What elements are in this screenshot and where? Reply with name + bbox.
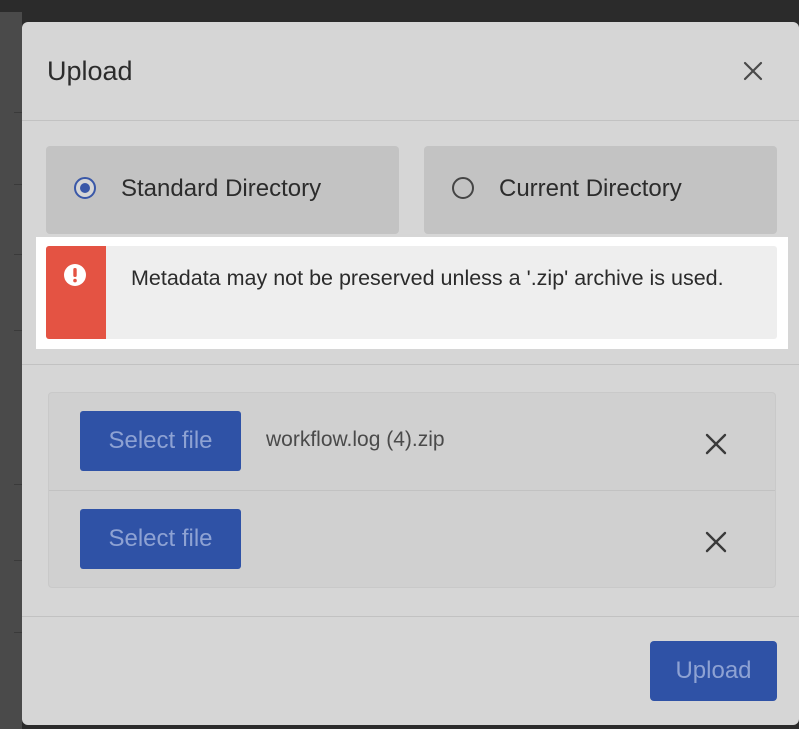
close-button[interactable] (738, 56, 768, 86)
close-icon (743, 61, 763, 81)
standard-directory-option[interactable]: Standard Directory (46, 146, 399, 234)
dialog-title: Upload (47, 56, 133, 86)
footer-divider (22, 616, 799, 617)
background-divider (14, 254, 22, 255)
radio-label-standard: Standard Directory (121, 175, 322, 202)
background-divider (14, 184, 22, 185)
file-list: Select file workflow.log (4).zip Select … (48, 392, 776, 588)
background-divider (14, 560, 22, 561)
remove-file-button[interactable] (702, 430, 730, 458)
upload-button[interactable]: Upload (650, 641, 777, 701)
background-divider (14, 632, 22, 633)
radio-label-current: Current Directory (499, 175, 682, 202)
exclamation-circle-icon (64, 264, 86, 286)
file-name: workflow.log (4).zip (266, 428, 445, 451)
dialog-header: Upload (22, 22, 799, 121)
background-app-edge (0, 12, 22, 729)
upload-dialog: Upload Standard Directory Current Direct… (22, 22, 799, 725)
alert-accent (46, 246, 106, 339)
radio-button-checked[interactable] (74, 177, 96, 199)
current-directory-option[interactable]: Current Directory (424, 146, 777, 234)
directory-options: Standard Directory Current Directory (46, 146, 777, 234)
select-file-button[interactable]: Select file (80, 411, 241, 471)
section-divider (22, 364, 799, 365)
background-divider (14, 484, 22, 485)
file-row: Select file (49, 491, 775, 588)
close-icon (705, 433, 727, 455)
alert-message: Metadata may not be preserved unless a '… (131, 266, 724, 290)
background-divider (14, 330, 22, 331)
radio-button-unchecked[interactable] (452, 177, 474, 199)
background-divider (14, 112, 22, 113)
file-row: Select file workflow.log (4).zip (49, 393, 775, 491)
close-icon (705, 531, 727, 553)
select-file-button[interactable]: Select file (80, 509, 241, 569)
metadata-warning-alert: Metadata may not be preserved unless a '… (46, 246, 777, 339)
remove-file-button[interactable] (702, 528, 730, 556)
